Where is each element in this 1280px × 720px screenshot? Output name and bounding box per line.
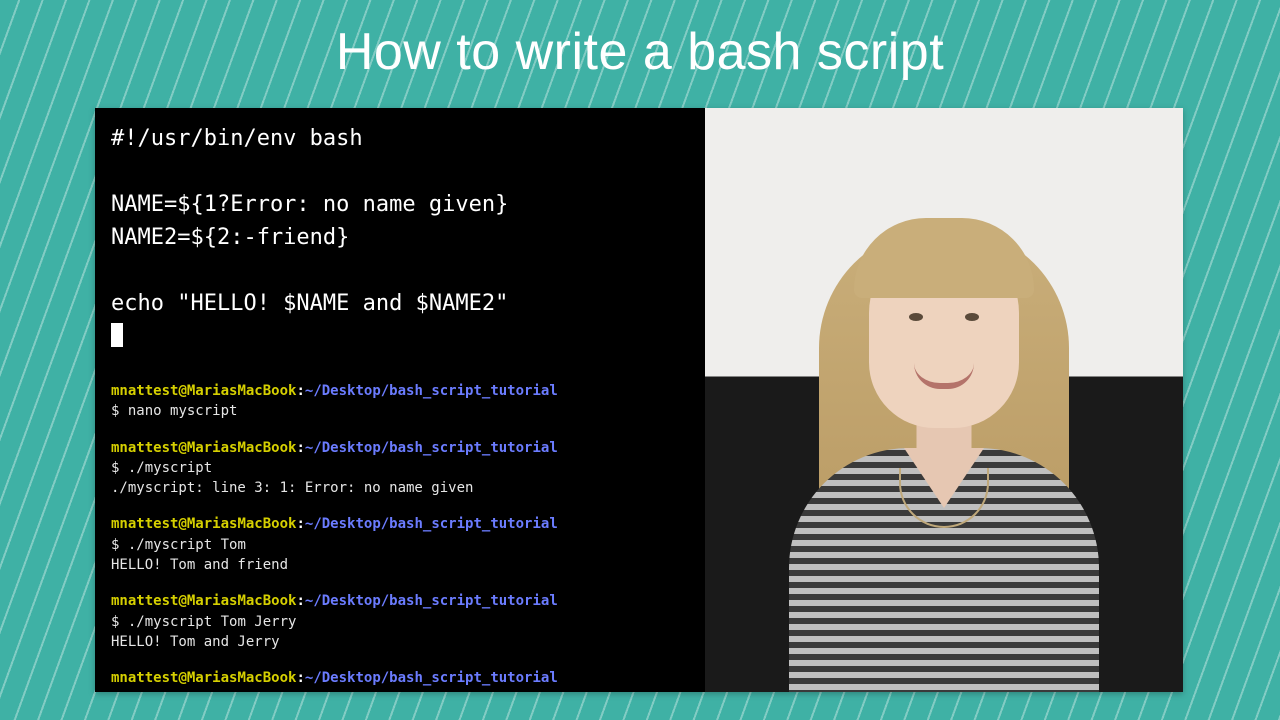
editor-line: echo "HELLO! $NAME and $NAME2" (111, 291, 508, 316)
prompt-host: MariasMacBook (187, 670, 297, 686)
presenter-figure (774, 148, 1114, 688)
command-text: ./myscript (128, 460, 212, 476)
prompt-cwd: ~/Desktop/bash_script_tutorial (305, 593, 558, 609)
prompt-colon: : (296, 593, 304, 609)
prompt-host: MariasMacBook (187, 383, 297, 399)
prompt-line: mnattest@MariasMacBook:~/Desktop/bash_sc… (111, 381, 693, 401)
editor-line: #!/usr/bin/env bash (111, 126, 363, 151)
script-editor-view: #!/usr/bin/env bash NAME=${1?Error: no n… (111, 122, 693, 353)
content-row: #!/usr/bin/env bash NAME=${1?Error: no n… (95, 108, 1183, 692)
prompt-cwd: ~/Desktop/bash_script_tutorial (305, 516, 558, 532)
prompt-line: mnattest@MariasMacBook:~/Desktop/bash_sc… (111, 438, 693, 458)
prompt-colon: : (296, 670, 304, 686)
space (119, 460, 127, 476)
command-output: ./myscript: line 3: 1: Error: no name gi… (111, 478, 693, 498)
command-line[interactable]: $ ./myscript Tom (111, 535, 693, 555)
prompt-user: mnattest (111, 516, 178, 532)
terminal-sessions: mnattest@MariasMacBook:~/Desktop/bash_sc… (111, 381, 693, 689)
prompt-cwd: ~/Desktop/bash_script_tutorial (305, 440, 558, 456)
prompt-line: mnattest@MariasMacBook:~/Desktop/bash_sc… (111, 514, 693, 534)
command-output: HELLO! Tom and friend (111, 555, 693, 575)
prompt-user: mnattest (111, 383, 178, 399)
slide-title: How to write a bash script (0, 22, 1280, 82)
terminal-session: mnattest@MariasMacBook:~/Desktop/bash_sc… (111, 381, 693, 422)
terminal-session: mnattest@MariasMacBook:~/Desktop/bash_sc… (111, 668, 693, 688)
slide-background: How to write a bash script #!/usr/bin/en… (0, 0, 1280, 720)
prompt-at: @ (178, 440, 186, 456)
space (119, 403, 127, 419)
command-text: ./myscript Tom Jerry (128, 614, 297, 630)
command-text: nano myscript (128, 403, 238, 419)
prompt-at: @ (178, 670, 186, 686)
command-line[interactable]: $ ./myscript (111, 458, 693, 478)
presenter-photo (705, 108, 1183, 692)
prompt-user: mnattest (111, 440, 178, 456)
prompt-host: MariasMacBook (187, 440, 297, 456)
space (119, 614, 127, 630)
terminal-session: mnattest@MariasMacBook:~/Desktop/bash_sc… (111, 514, 693, 575)
prompt-colon: : (296, 440, 304, 456)
prompt-line: mnattest@MariasMacBook:~/Desktop/bash_sc… (111, 668, 693, 688)
prompt-colon: : (296, 383, 304, 399)
prompt-host: MariasMacBook (187, 593, 297, 609)
editor-line: NAME=${1?Error: no name given} (111, 192, 508, 217)
prompt-user: mnattest (111, 670, 178, 686)
command-output: HELLO! Tom and Jerry (111, 632, 693, 652)
prompt-line: mnattest@MariasMacBook:~/Desktop/bash_sc… (111, 591, 693, 611)
prompt-cwd: ~/Desktop/bash_script_tutorial (305, 670, 558, 686)
command-text: ./myscript Tom (128, 537, 246, 553)
command-line[interactable]: $ nano myscript (111, 401, 693, 421)
terminal-session: mnattest@MariasMacBook:~/Desktop/bash_sc… (111, 591, 693, 652)
command-line[interactable]: $ ./myscript Tom Jerry (111, 612, 693, 632)
prompt-user: mnattest (111, 593, 178, 609)
prompt-colon: : (296, 516, 304, 532)
editor-cursor (111, 323, 123, 347)
prompt-at: @ (178, 593, 186, 609)
prompt-host: MariasMacBook (187, 516, 297, 532)
prompt-at: @ (178, 516, 186, 532)
prompt-at: @ (178, 383, 186, 399)
editor-line: NAME2=${2:-friend} (111, 225, 349, 250)
space (119, 537, 127, 553)
terminal-session: mnattest@MariasMacBook:~/Desktop/bash_sc… (111, 438, 693, 499)
prompt-cwd: ~/Desktop/bash_script_tutorial (305, 383, 558, 399)
terminal-panel: #!/usr/bin/env bash NAME=${1?Error: no n… (95, 108, 705, 692)
